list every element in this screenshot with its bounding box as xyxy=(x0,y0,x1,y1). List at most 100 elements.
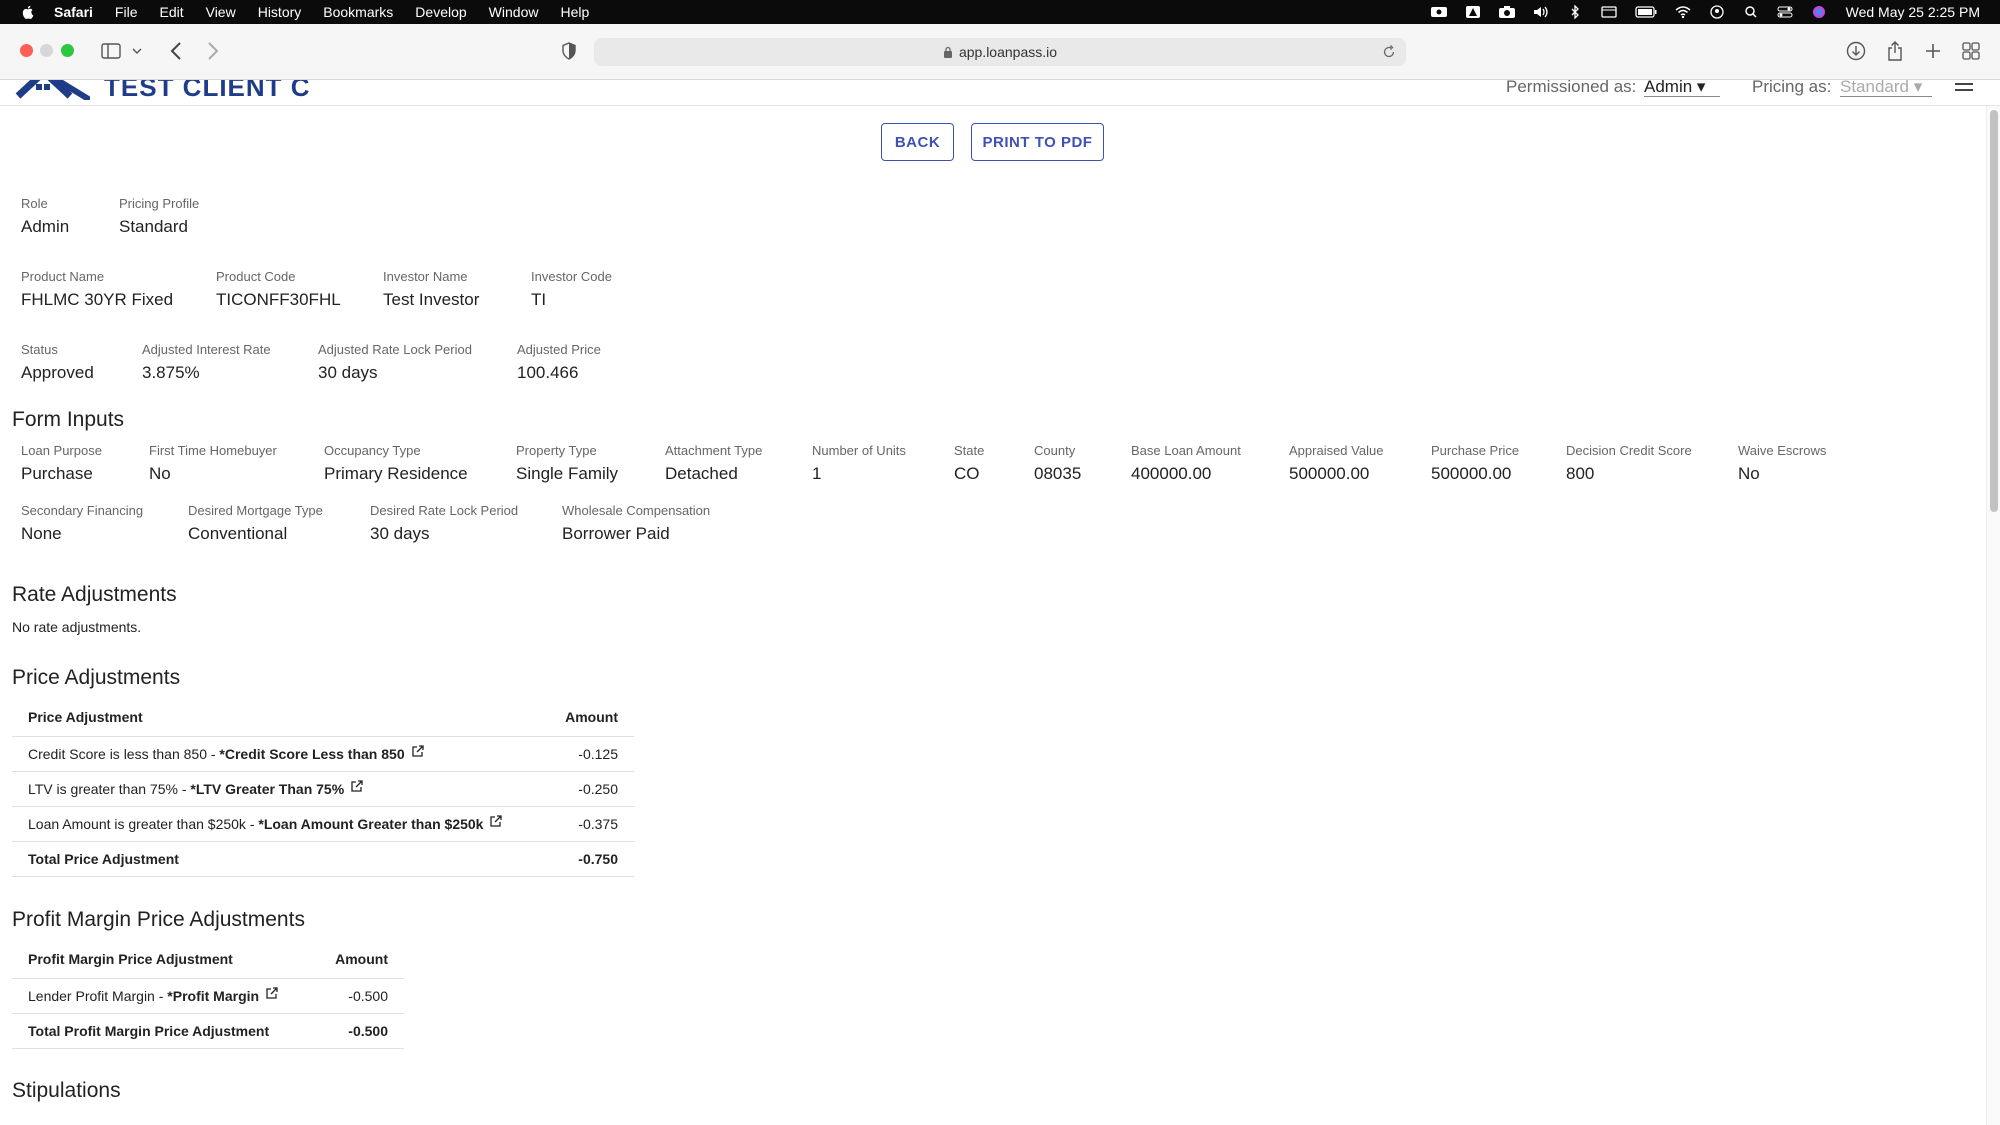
minimize-window-button[interactable] xyxy=(40,44,53,57)
profit-margin-heading: Profit Margin Price Adjustments xyxy=(12,908,305,931)
adjustment-condition: Lender Profit Margin - xyxy=(28,988,168,1004)
adjustment-amount: -0.125 xyxy=(544,736,634,772)
field-value: Approved xyxy=(21,363,94,382)
camera-icon[interactable] xyxy=(1498,5,1516,19)
back-button[interactable]: BACK xyxy=(881,123,954,161)
field-label: Role xyxy=(21,196,48,211)
display-icon[interactable] xyxy=(1600,5,1618,19)
external-link-icon[interactable] xyxy=(350,780,363,793)
product-name-field: Product Name FHLMC 30YR Fixed xyxy=(21,269,173,310)
wifi-icon[interactable] xyxy=(1674,5,1692,19)
base-loan-amount-field: Base Loan Amount 400000.00 xyxy=(1131,443,1241,484)
rule-link[interactable]: *Profit Margin xyxy=(167,988,259,1004)
menu-file[interactable]: File xyxy=(115,4,138,20)
battery-icon[interactable] xyxy=(1634,5,1658,19)
forward-arrow-icon[interactable] xyxy=(202,40,224,62)
adjustment-description: Lender Profit Margin - *Profit Margin xyxy=(12,978,314,1014)
menu-window[interactable]: Window xyxy=(489,4,539,20)
spotlight-search-icon[interactable] xyxy=(1742,5,1760,19)
tab-overview-icon[interactable] xyxy=(1960,40,1982,62)
adjustment-amount: -0.250 xyxy=(544,771,634,807)
bluetooth-icon[interactable] xyxy=(1566,5,1584,19)
external-link-icon[interactable] xyxy=(489,815,503,828)
total-label: Total Profit Margin Price Adjustment xyxy=(12,1013,314,1049)
adjusted-price-field: Adjusted Price 100.466 xyxy=(517,342,601,383)
external-link-icon[interactable] xyxy=(411,745,424,758)
field-label: Wholesale Compensation xyxy=(562,503,711,518)
field-label: Product Name xyxy=(21,269,105,284)
menu-help[interactable]: Help xyxy=(560,4,589,20)
menu-clock[interactable]: Wed May 25 2:25 PM xyxy=(1846,4,1980,20)
siri-icon[interactable] xyxy=(1810,5,1828,19)
drive-icon[interactable] xyxy=(1464,5,1482,19)
back-arrow-icon[interactable] xyxy=(165,40,187,62)
app-header: TEST CLIENT C Permissioned as: Admin ▾ P… xyxy=(0,80,2000,106)
close-window-button[interactable] xyxy=(20,44,33,57)
field-value: 100.466 xyxy=(517,363,579,382)
wholesale-compensation-field: Wholesale Compensation Borrower Paid xyxy=(562,503,710,544)
apple-icon[interactable] xyxy=(20,4,36,20)
table-row: Lender Profit Margin - *Profit Margin -0… xyxy=(12,978,404,1014)
adjusted-rate-lock-field: Adjusted Rate Lock Period 30 days xyxy=(318,342,472,383)
column-header-profit-margin: Profit Margin Price Adjustment xyxy=(12,941,314,979)
rule-link[interactable]: *LTV Greater Than 75% xyxy=(190,781,344,797)
adjustment-condition: Credit Score is less than 850 - xyxy=(28,746,220,762)
number-of-units-field: Number of Units 1 xyxy=(812,443,906,484)
share-icon[interactable] xyxy=(1884,40,1906,62)
menu-edit[interactable]: Edit xyxy=(159,4,183,20)
menu-history[interactable]: History xyxy=(258,4,302,20)
county-field: County 08035 xyxy=(1034,443,1081,484)
client-name: TEST CLIENT C xyxy=(104,80,311,102)
field-label: Investor Code xyxy=(531,269,612,284)
volume-icon[interactable] xyxy=(1532,5,1550,19)
chevron-down-icon[interactable] xyxy=(130,40,144,62)
field-label: Investor Name xyxy=(383,269,468,284)
permissioned-select[interactable]: Admin ▾ xyxy=(1644,80,1720,97)
field-label: Secondary Financing xyxy=(21,503,144,518)
table-row: Loan Amount is greater than $250k - *Loa… xyxy=(12,806,634,842)
field-value: 1 xyxy=(812,464,822,483)
menu-bookmarks[interactable]: Bookmarks xyxy=(323,4,393,20)
field-label: First Time Homebuyer xyxy=(149,443,277,458)
table-row: Credit Score is less than 850 - *Credit … xyxy=(12,736,634,772)
pricing-select[interactable]: Standard ▾ xyxy=(1840,80,1932,97)
menu-icon[interactable] xyxy=(1954,80,1974,98)
field-label: Status xyxy=(21,342,58,357)
zoom-window-button[interactable] xyxy=(61,44,74,57)
print-to-pdf-button[interactable]: PRINT TO PDF xyxy=(971,123,1104,161)
field-label: Waive Escrows xyxy=(1738,443,1827,458)
decision-credit-score-field: Decision Credit Score 800 xyxy=(1566,443,1692,484)
adjustment-description: LTV is greater than 75% - *LTV Greater T… xyxy=(12,771,545,807)
reload-icon[interactable] xyxy=(1382,45,1396,59)
lock-icon xyxy=(943,46,952,58)
adjustment-condition: LTV is greater than 75% - xyxy=(28,781,191,797)
menu-safari[interactable]: Safari xyxy=(54,4,93,20)
menu-develop[interactable]: Develop xyxy=(415,4,466,20)
external-link-icon[interactable] xyxy=(265,987,278,1000)
screen-record-icon[interactable] xyxy=(1430,5,1448,19)
page-scrollbar[interactable] xyxy=(1986,106,2000,1125)
user-icon[interactable] xyxy=(1708,5,1726,19)
sidebar-toggle-icon[interactable] xyxy=(100,40,122,62)
field-value: CO xyxy=(954,464,980,483)
rule-link[interactable]: *Credit Score Less than 850 xyxy=(219,746,404,762)
downloads-icon[interactable] xyxy=(1845,40,1867,62)
pricing-value: Standard xyxy=(1840,80,1909,96)
desired-rate-lock-period-field: Desired Rate Lock Period 30 days xyxy=(370,503,518,544)
company-logo[interactable] xyxy=(14,80,90,100)
privacy-shield-icon[interactable] xyxy=(558,40,580,62)
field-label: Purchase Price xyxy=(1431,443,1520,458)
field-label: Occupancy Type xyxy=(324,443,421,458)
control-center-icon[interactable] xyxy=(1776,5,1794,19)
desired-mortgage-type-field: Desired Mortgage Type Conventional xyxy=(188,503,323,544)
address-bar[interactable]: app.loanpass.io xyxy=(594,38,1406,66)
rule-link[interactable]: *Loan Amount Greater than $250k xyxy=(258,816,483,832)
pricing-label: Pricing as: xyxy=(1752,80,1832,96)
menu-view[interactable]: View xyxy=(206,4,236,20)
field-label: Loan Purpose xyxy=(21,443,102,458)
new-tab-icon[interactable] xyxy=(1922,40,1944,62)
occupancy-type-field: Occupancy Type Primary Residence xyxy=(324,443,468,484)
scrollbar-thumb[interactable] xyxy=(1990,110,1998,512)
adjustment-condition: Loan Amount is greater than $250k - xyxy=(28,816,259,832)
macos-menu-bar: Safari File Edit View History Bookmarks … xyxy=(0,0,2000,24)
